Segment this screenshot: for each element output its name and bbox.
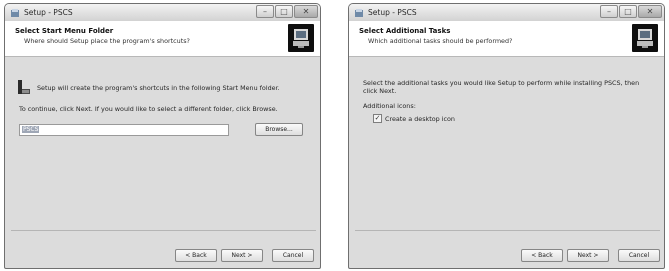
- wizard-header: Select Additional Tasks Which additional…: [349, 21, 664, 57]
- title-bar: Setup - PSCS – □ ✕: [349, 4, 664, 21]
- info-text: Setup will create the program's shortcut…: [37, 84, 280, 92]
- maximize-icon[interactable]: □: [619, 5, 637, 18]
- instruction-text: To continue, click Next. If you would li…: [19, 105, 278, 113]
- folder-value: PSCS: [22, 126, 40, 133]
- setup-app-icon: [353, 7, 364, 18]
- setup-window-start-menu: Setup - PSCS – □ ✕ Select Start Menu Fol…: [4, 3, 321, 269]
- wizard-body: Setup will create the program's shortcut…: [5, 58, 320, 230]
- close-icon[interactable]: ✕: [638, 5, 662, 18]
- installer-computer-icon: [632, 24, 658, 52]
- back-button[interactable]: < Back: [175, 249, 217, 262]
- desktop-icon-label[interactable]: Create a desktop icon: [385, 115, 455, 123]
- next-button[interactable]: Next >: [221, 249, 263, 262]
- cancel-button[interactable]: Cancel: [618, 249, 660, 262]
- browse-button[interactable]: Browse...: [255, 123, 303, 136]
- minimize-icon[interactable]: –: [256, 5, 274, 18]
- instruction-line-2: click Next.: [363, 87, 397, 95]
- close-icon[interactable]: ✕: [294, 5, 318, 18]
- header-title: Select Additional Tasks: [359, 27, 451, 35]
- window-title: Setup - PSCS: [368, 8, 417, 17]
- instruction-line-1: Select the additional tasks you would li…: [363, 79, 640, 87]
- start-menu-folder-input[interactable]: PSCS: [19, 124, 229, 136]
- additional-icons-label: Additional icons:: [363, 102, 416, 110]
- maximize-icon[interactable]: □: [275, 5, 293, 18]
- installer-computer-icon: [288, 24, 314, 52]
- footer-divider: [11, 230, 316, 231]
- wizard-header: Select Start Menu Folder Where should Se…: [5, 21, 320, 57]
- title-bar: Setup - PSCS – □ ✕: [5, 4, 320, 21]
- cancel-button[interactable]: Cancel: [272, 249, 314, 262]
- setup-window-additional-tasks: Setup - PSCS – □ ✕ Select Additional Tas…: [348, 3, 665, 269]
- start-menu-folder-icon: [17, 79, 30, 94]
- footer-divider: [355, 230, 660, 231]
- next-button[interactable]: Next >: [567, 249, 609, 262]
- setup-app-icon: [9, 7, 20, 18]
- desktop-icon-checkbox[interactable]: ✓: [373, 114, 382, 123]
- wizard-body: Select the additional tasks you would li…: [349, 58, 664, 230]
- header-subtitle: Where should Setup place the program's s…: [24, 37, 190, 45]
- header-subtitle: Which additional tasks should be perform…: [368, 37, 513, 45]
- window-title: Setup - PSCS: [24, 8, 73, 17]
- header-title: Select Start Menu Folder: [15, 27, 114, 35]
- back-button[interactable]: < Back: [521, 249, 563, 262]
- minimize-icon[interactable]: –: [600, 5, 618, 18]
